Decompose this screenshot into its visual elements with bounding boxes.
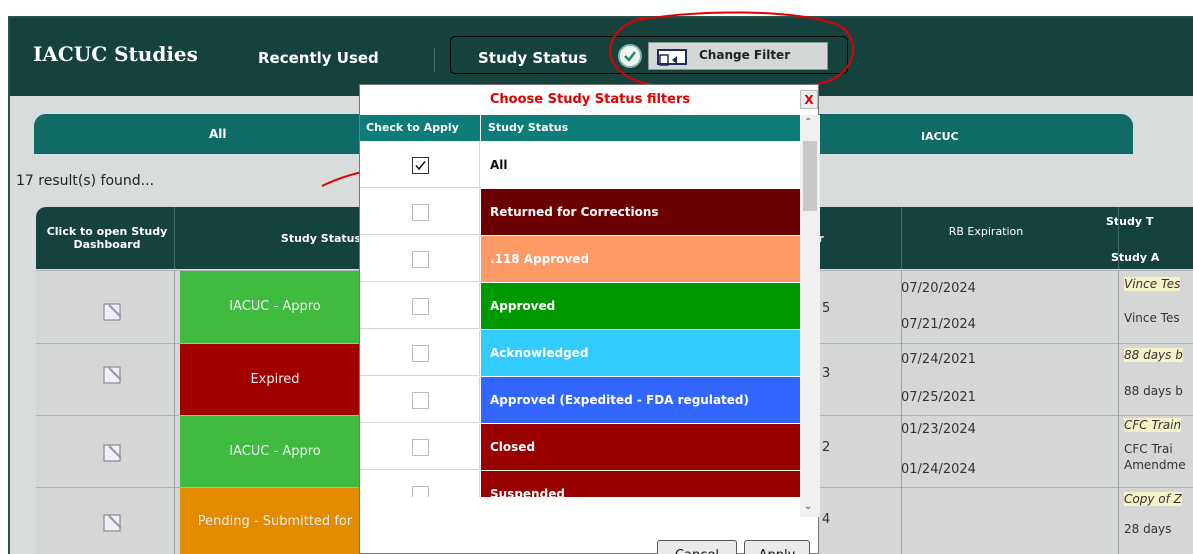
status-checkbox[interactable] — [412, 392, 429, 409]
study-alias-cell: 88 days b — [1124, 384, 1183, 398]
scrollbar[interactable]: ⌃ ⌄ — [800, 115, 820, 517]
status-checkbox[interactable] — [412, 439, 429, 456]
rb-expiration-date: 01/23/2024 — [901, 422, 976, 437]
study-alias-cell: Amendme — [1124, 458, 1186, 472]
study-status-cell: Pending - Submitted for — [180, 488, 370, 554]
status-name: Suspended — [481, 471, 800, 497]
header-divider — [480, 115, 481, 141]
checkbox-cell — [360, 189, 480, 235]
rb-expiration-date: 07/25/2021 — [901, 390, 976, 405]
rb-expiration-date: 01/24/2024 — [901, 462, 976, 477]
study-alias-cell: 28 days — [1124, 522, 1172, 536]
study-status-label: Study Status — [478, 49, 588, 67]
study-title-cell: CFC Train — [1124, 418, 1182, 432]
study-title-cell: Copy of Z — [1124, 492, 1182, 506]
checkbox-cell — [360, 377, 480, 423]
study-status-cell: IACUC - Appro — [180, 416, 370, 488]
study-status-cell: IACUC - Appro — [180, 271, 370, 343]
col-open-dashboard: Click to open Study Dashboard — [46, 225, 168, 251]
checkmark-icon — [415, 161, 426, 171]
screen: IACUC Studies Recently Used Study Status… — [0, 0, 1193, 554]
checkbox-cell — [360, 283, 480, 329]
status-checkbox[interactable] — [412, 157, 429, 174]
status-filter-row[interactable]: Closed — [360, 424, 800, 470]
status-checkbox[interactable] — [412, 486, 429, 497]
col-study-t: Study T — [1106, 215, 1154, 228]
col-study-a: Study A — [1111, 251, 1160, 264]
checkbox-cell — [360, 471, 480, 497]
checkbox-cell — [360, 424, 480, 470]
rb-expiration-date: 07/24/2021 — [901, 352, 976, 367]
header-divider-2 — [901, 207, 902, 269]
study-number-fragment: 5 — [822, 301, 831, 316]
status-checkbox[interactable] — [412, 251, 429, 268]
edit-note-icon[interactable] — [101, 301, 125, 323]
status-name: Approved (Expedited - FDA regulated) — [481, 377, 800, 423]
edit-note-icon[interactable] — [101, 364, 125, 386]
checkbox-cell — [360, 330, 480, 376]
status-filter-row[interactable]: Acknowledged — [360, 330, 800, 376]
status-filter-row[interactable]: Suspended — [360, 471, 800, 497]
rb-expiration-date: 07/21/2024 — [901, 317, 976, 332]
col-divider — [901, 270, 902, 554]
filter-list-header: Check to Apply Study Status — [360, 115, 800, 141]
status-filter-row[interactable]: Approved — [360, 283, 800, 329]
status-filter-row[interactable]: .118 Approved — [360, 236, 800, 282]
close-button[interactable]: X — [800, 90, 818, 109]
edit-note-icon[interactable] — [101, 512, 125, 534]
status-name: .118 Approved — [481, 236, 800, 282]
checkbox-cell — [360, 142, 480, 188]
cancel-button[interactable]: Cancel — [657, 540, 737, 554]
study-title-cell: 88 days b — [1124, 348, 1183, 362]
rb-expiration-date: 07/20/2024 — [901, 281, 976, 296]
scroll-up-icon[interactable]: ⌃ — [804, 117, 812, 128]
dialog-title: Choose Study Status filters — [489, 92, 691, 107]
col-check-to-apply: Check to Apply — [366, 121, 459, 134]
study-number-fragment: 3 — [822, 366, 831, 381]
study-alias-cell: CFC Trai — [1124, 442, 1173, 456]
apply-button[interactable]: Apply — [744, 540, 810, 554]
study-number-fragment: 2 — [822, 440, 831, 455]
status-name: Acknowledged — [481, 330, 800, 376]
status-filter-row[interactable]: Approved (Expedited - FDA regulated) — [360, 377, 800, 423]
study-title-cell: Vince Tes — [1124, 277, 1181, 291]
scroll-down-icon[interactable]: ⌄ — [804, 501, 812, 512]
status-checkbox[interactable] — [412, 345, 429, 362]
col-rb-expiration: RB Expiration — [948, 225, 1024, 238]
results-count: 17 result(s) found... — [16, 173, 155, 189]
status-filter-row[interactable]: All — [360, 142, 800, 188]
study-status-cell: Expired — [180, 344, 370, 416]
study-status-filter-dialog: Choose Study Status filters X Check to A… — [359, 84, 820, 554]
col-divider — [1118, 270, 1119, 554]
red-annotation-circle — [609, 11, 855, 92]
col-study-status: Study Status — [488, 121, 569, 134]
status-name: Returned for Corrections — [481, 189, 800, 235]
header-divider-3 — [1118, 207, 1119, 269]
scrollbar-thumb[interactable] — [803, 141, 817, 211]
app-title: IACUC Studies — [33, 42, 198, 66]
header-divider — [434, 48, 435, 72]
status-filter-row[interactable]: Returned for Corrections — [360, 189, 800, 235]
tab-all-label: All — [209, 127, 227, 141]
col-divider — [174, 270, 175, 554]
status-name: Approved — [481, 283, 800, 329]
tab-all[interactable]: All — [34, 114, 394, 154]
status-name: All — [481, 142, 800, 188]
study-alias-cell: Vince Tes — [1124, 311, 1180, 325]
status-name: Closed — [481, 424, 800, 470]
study-number-fragment: 4 — [822, 512, 831, 527]
edit-note-icon[interactable] — [101, 442, 125, 464]
status-checkbox[interactable] — [412, 298, 429, 315]
tab-iacuc-label: IACUC — [921, 130, 959, 143]
checkbox-cell — [360, 236, 480, 282]
recently-used-link[interactable]: Recently Used — [258, 49, 379, 67]
header-divider-1 — [174, 207, 175, 269]
tab-iacuc[interactable]: IACUC — [815, 114, 1133, 154]
status-checkbox[interactable] — [412, 204, 429, 221]
